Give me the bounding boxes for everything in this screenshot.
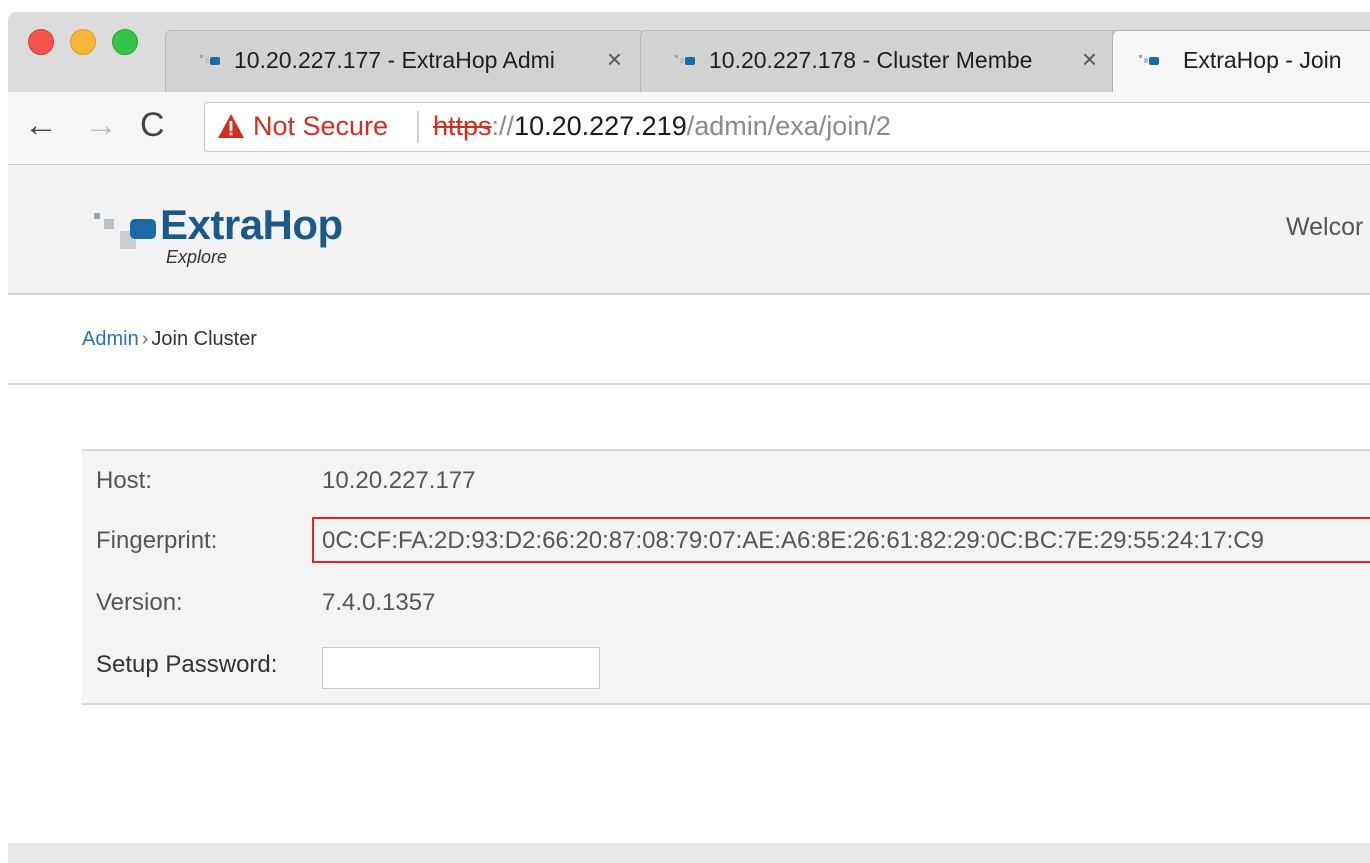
- url-path: /admin/exa/join/2: [686, 111, 891, 141]
- browser-tab-cluster-members[interactable]: 10.20.227.178 - Cluster Membe ×: [640, 30, 1120, 92]
- minimize-window-button[interactable]: [70, 29, 96, 55]
- host-value: 10.20.227.177: [322, 467, 476, 494]
- back-arrow-icon[interactable]: ←: [24, 106, 58, 145]
- welcome-text: Welcor: [1286, 213, 1364, 241]
- fingerprint-highlight-box: 0C:CF:FA:2D:93:D2:66:20:87:08:79:07:AE:A…: [312, 517, 1370, 563]
- tab-title: ExtraHop - Join: [1183, 47, 1342, 73]
- warning-triangle-icon: [218, 114, 244, 138]
- close-window-button[interactable]: [28, 29, 54, 55]
- setup-password-input[interactable]: [322, 647, 600, 689]
- brand-logo-text[interactable]: ExtraHop: [160, 201, 343, 249]
- brand-logo-subtitle: Explore: [166, 247, 228, 267]
- tab-close-icon[interactable]: ×: [1082, 44, 1097, 75]
- address-bar[interactable]: Not Secure https://10.20.227.219/admin/e…: [204, 102, 1370, 152]
- tab-title: 10.20.227.178 - Cluster Membe: [709, 47, 1033, 73]
- screen: 10.20.227.177 - ExtraHop Admi × 10.20.22…: [0, 0, 1370, 863]
- version-label: Version:: [96, 589, 183, 616]
- extrahop-logo-icon[interactable]: [94, 209, 160, 253]
- breadcrumb-current: Join Cluster: [151, 328, 257, 350]
- breadcrumb-separator: ›: [141, 328, 149, 350]
- url-text[interactable]: https://10.20.227.219/admin/exa/join/2: [433, 111, 891, 142]
- reload-icon[interactable]: C: [140, 106, 165, 145]
- forward-arrow-icon[interactable]: →: [84, 106, 118, 145]
- version-value: 7.4.0.1357: [322, 589, 436, 616]
- tab-close-icon[interactable]: ×: [607, 44, 622, 75]
- browser-tab-join[interactable]: ExtraHop - Join: [1112, 30, 1370, 92]
- security-status-label[interactable]: Not Secure: [253, 111, 388, 142]
- fingerprint-value: 0C:CF:FA:2D:93:D2:66:20:87:08:79:07:AE:A…: [322, 527, 1264, 554]
- footer-bar: [8, 843, 1370, 863]
- host-label: Host:: [96, 467, 153, 494]
- breadcrumb-admin-link[interactable]: Admin: [82, 328, 139, 350]
- top-strip: [0, 0, 1370, 12]
- extrahop-favicon-icon: [1139, 55, 1159, 65]
- join-cluster-panel: Host: 10.20.227.177 Fingerprint: 0C:CF:F…: [82, 449, 1370, 705]
- address-divider: [417, 111, 419, 143]
- browser-tab-admin[interactable]: 10.20.227.177 - ExtraHop Admi ×: [165, 30, 645, 92]
- url-scheme-separator: ://: [491, 111, 515, 141]
- browser-toolbar: ← → C Not Secure https://10.20.227.219/a…: [8, 92, 1370, 165]
- url-scheme: https: [433, 111, 492, 141]
- url-host: 10.20.227.219: [514, 111, 687, 141]
- maximize-window-button[interactable]: [112, 29, 138, 55]
- breadcrumb: Admin › Join Cluster: [82, 328, 257, 351]
- breadcrumb-bar: Admin › Join Cluster: [8, 295, 1370, 385]
- setup-password-label: Setup Password:: [96, 651, 278, 678]
- extrahop-favicon-icon: [200, 55, 220, 65]
- fingerprint-label: Fingerprint:: [96, 527, 218, 554]
- app-header: ExtraHop Explore Welcor: [8, 165, 1370, 295]
- extrahop-favicon-icon: [675, 55, 695, 65]
- tab-title: 10.20.227.177 - ExtraHop Admi: [234, 47, 555, 73]
